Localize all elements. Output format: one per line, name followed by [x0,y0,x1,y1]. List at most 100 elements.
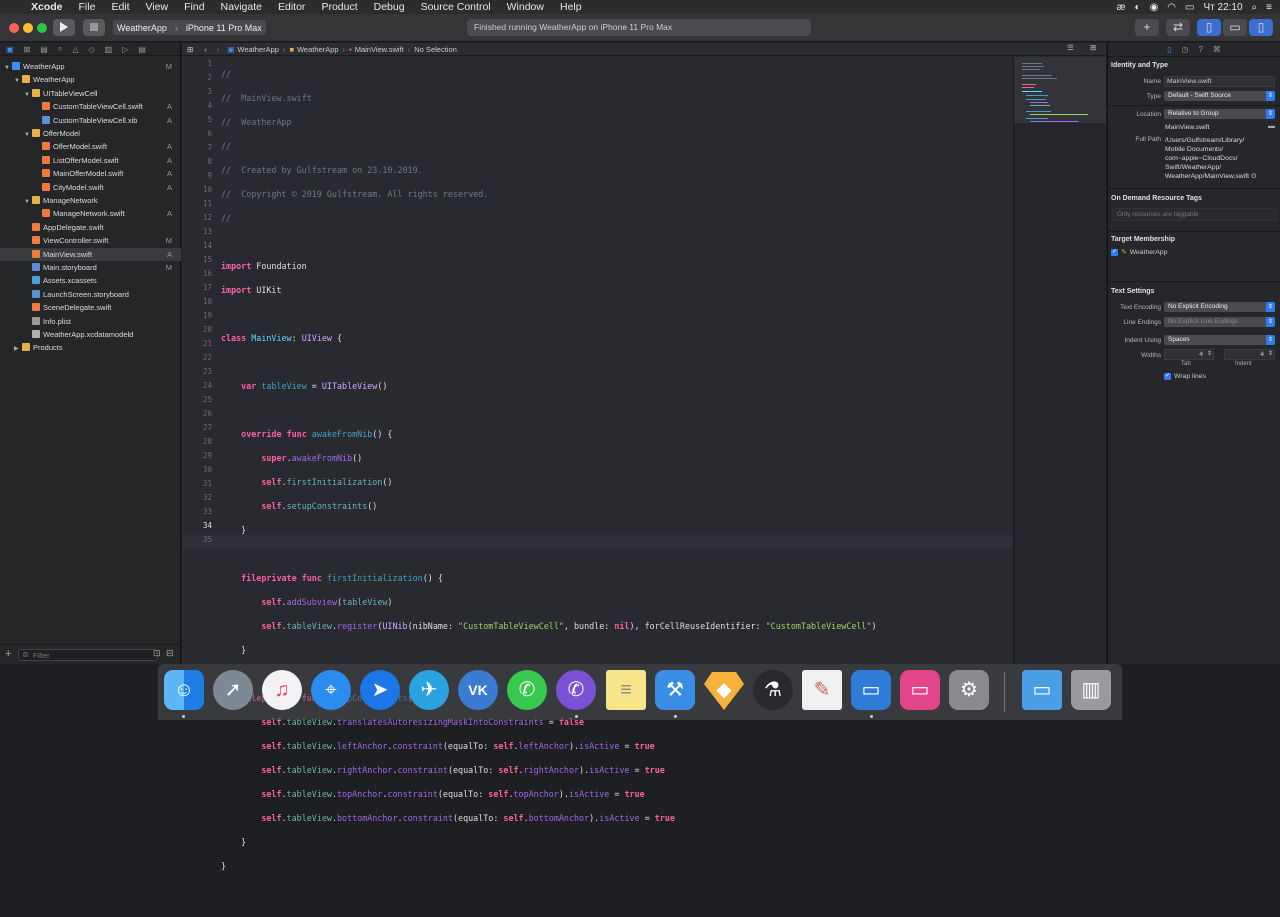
line-number[interactable]: 6 [182,127,212,141]
indent-popup[interactable]: Spaces ⇕ [1164,335,1275,345]
notes-icon[interactable]: ≡ [606,670,646,710]
line-number[interactable]: 27 [182,421,212,435]
navigator-item[interactable]: ViewController.swift M [0,234,181,247]
line-number[interactable]: 4 [182,99,212,113]
minimap[interactable] [1013,57,1106,664]
line-number[interactable]: 20 [182,323,212,337]
report-navigator-icon[interactable]: ▤ [138,45,146,54]
line-number[interactable]: 7 [182,141,212,155]
line-number[interactable]: 25 [182,393,212,407]
line-number[interactable]: 21 [182,337,212,351]
add-editor-icon[interactable]: ⊞ [1090,43,1096,52]
line-number[interactable]: 12 [182,211,212,225]
code-text[interactable]: // // MainView.swift // WeatherApp // //… [221,57,877,917]
notification-center-icon[interactable]: ≡ [1266,2,1272,13]
line-number[interactable]: 29 [182,449,212,463]
line-number[interactable]: 16 [182,267,212,281]
downloads-folder-icon[interactable]: ▭ [1022,670,1062,710]
navigator-item[interactable]: AppDelegate.swift [0,221,181,234]
back-icon[interactable]: ‹ [199,45,212,54]
navigator-item[interactable]: ▼ ManageNetwork [0,194,181,207]
line-number[interactable]: 24 [182,379,212,393]
toggle-debug-area-button[interactable]: ▭ [1223,19,1247,36]
jump-bar-group[interactable]: WeatherApp [297,45,339,54]
code-review-button[interactable]: ⇄ [1166,19,1190,36]
scheme-selector[interactable]: WeatherApp › iPhone 11 Pro Max [113,20,266,35]
tab-width-stepper[interactable]: 4 ⇕ [1164,349,1214,360]
keyboard-layout-indicator[interactable]: æ [1117,2,1126,13]
navigator-item[interactable]: SceneDelegate.swift [0,301,181,314]
xcode-icon[interactable]: ⚒ [655,670,695,710]
toggle-inspector-button[interactable]: ▯ [1249,19,1273,36]
menu-editor[interactable]: Editor [270,1,313,13]
menu-file[interactable]: File [71,1,104,13]
navigator-item[interactable]: Assets.xcassets [0,274,181,287]
telegram-icon[interactable]: ✈ [409,670,449,710]
navigator-item[interactable]: LaunchScreen.storyboard [0,288,181,301]
line-number[interactable]: 13 [182,225,212,239]
menu-edit[interactable]: Edit [103,1,137,13]
recent-files-icon[interactable]: ⊡ [153,648,161,659]
navigator-item[interactable]: ▶ Products [0,341,181,354]
menu-find[interactable]: Find [176,1,212,13]
sketch-icon[interactable]: ◆ [704,672,744,710]
reveal-in-finder-icon[interactable]: ⊙ [1251,173,1257,180]
trash-icon[interactable]: ▥ [1071,670,1111,710]
navigator-item[interactable]: Info.plist [0,315,181,328]
whatsapp-icon[interactable]: ✆ [507,670,547,710]
add-file-icon[interactable]: + [5,648,11,660]
keynote-icon[interactable]: ▭ [851,670,891,710]
name-field[interactable]: MainView.swift [1164,76,1275,87]
navigator-item[interactable]: Main.storyboard M [0,261,181,274]
quick-help-icon[interactable]: ? [1198,45,1202,54]
line-number[interactable]: 14 [182,239,212,253]
line-number[interactable]: 11 [182,197,212,211]
line-number[interactable]: 15 [182,253,212,267]
history-inspector-icon[interactable]: ◷ [1181,45,1188,54]
menu-help[interactable]: Help [552,1,590,13]
jump-bar-symbol[interactable]: No Selection [414,45,457,54]
line-number[interactable]: 33 [182,505,212,519]
forward-icon[interactable]: › [212,45,228,54]
disclosure-triangle-icon[interactable]: ▶ [14,343,22,356]
navigator-item[interactable]: MainOfferModel.swift A [0,167,181,180]
encoding-popup[interactable]: No Explicit Encoding ⇕ [1164,302,1275,312]
line-number[interactable]: 19 [182,309,212,323]
line-number[interactable]: 22 [182,351,212,365]
file-inspector-icon[interactable]: ▯ [1167,45,1171,54]
stop-button[interactable] [83,19,105,36]
menu-view[interactable]: View [138,1,177,13]
editor-options-icon[interactable]: ☰ [1067,43,1074,52]
location-popup[interactable]: Relative to Group ⇕ [1164,109,1275,119]
music-icon[interactable]: ♫ [262,670,302,710]
navigator-item[interactable]: ManageNetwork.swift A [0,207,181,220]
vk-icon[interactable]: VK [458,670,498,710]
attributes-inspector-icon[interactable]: ⌘ [1213,45,1221,54]
vpn-icon[interactable]: ◐ [1135,2,1141,13]
instruments-icon[interactable]: ⚗ [753,670,793,710]
line-number[interactable]: 17 [182,281,212,295]
battery-icon[interactable]: ▭ [1185,2,1194,13]
line-number[interactable]: 2 [182,71,212,85]
line-number[interactable]: 26 [182,407,212,421]
related-items-icon[interactable]: ⊞ [182,45,199,54]
scheme-name[interactable]: WeatherApp [113,23,171,33]
minimize-window-button[interactable] [23,23,33,33]
navigator-item[interactable]: ▼ OfferModel [0,127,181,140]
navigator-item[interactable]: MainView.swift A [0,247,181,261]
line-number[interactable]: 9 [182,169,212,183]
device-name[interactable]: iPhone 11 Pro Max [182,23,266,33]
navigator-item[interactable]: ▼ WeatherApp [0,73,181,86]
line-endings-popup[interactable]: No Explicit Line Endings ⇕ [1164,317,1275,327]
line-number[interactable]: 5 [182,113,212,127]
choose-folder-icon[interactable]: ▬ [1268,123,1275,130]
indent-width-stepper[interactable]: 4 ⇕ [1224,349,1275,360]
navigator-item[interactable]: CustomTableViewCell.swift A [0,100,181,113]
type-popup[interactable]: Default - Swift Source ⇕ [1164,91,1275,101]
line-number[interactable]: 18 [182,295,212,309]
navigator-item[interactable]: ▼ WeatherApp M [0,60,181,73]
line-number[interactable]: 1 [182,57,212,71]
target-checkbox[interactable]: ✓ [1111,248,1118,256]
stepper-icon[interactable]: ⇕ [1268,350,1273,359]
textedit-icon[interactable]: ✎ [802,670,842,710]
